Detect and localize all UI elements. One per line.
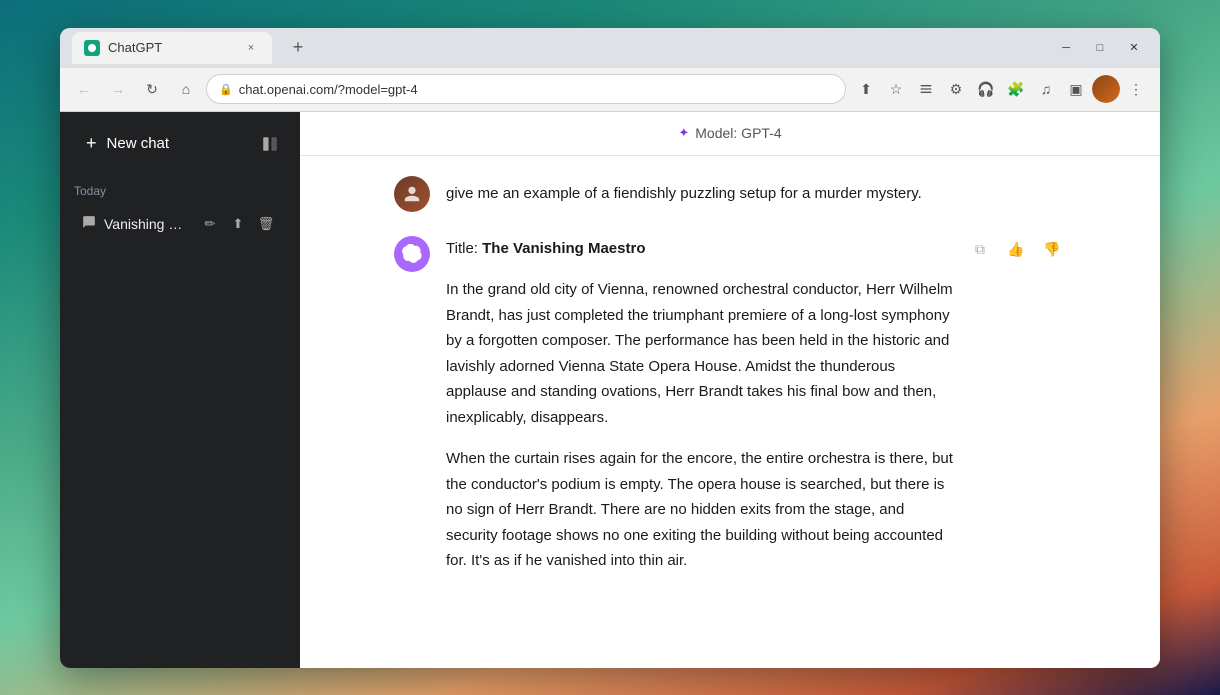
puzzle-piece-icon[interactable]: 🧩 — [1002, 75, 1030, 103]
bookmark-button[interactable]: ☆ — [882, 75, 910, 103]
today-section-label: Today — [60, 176, 300, 202]
minimize-button[interactable]: ─ — [1052, 34, 1080, 62]
sparkle-icon: ✦ — [678, 125, 689, 141]
url-bar[interactable]: 🔒 chat.openai.com/?model=gpt-4 — [206, 74, 846, 104]
title-bar: ChatGPT × + ─ □ ✕ — [60, 28, 1160, 68]
share-chat-button[interactable]: ⬆ — [226, 212, 250, 236]
new-chat-button[interactable]: + New chat — [72, 122, 244, 166]
back-button[interactable]: ← — [70, 75, 98, 103]
assistant-avatar — [394, 236, 430, 272]
browser-tab[interactable]: ChatGPT × — [72, 32, 272, 64]
assistant-message: Title: The Vanishing Maestro In the gran… — [394, 236, 1066, 590]
response-para-2: When the curtain rises again for the enc… — [446, 446, 958, 574]
headphones-icon[interactable]: 🎧 — [972, 75, 1000, 103]
thumbs-up-button[interactable]: 👍 — [1002, 236, 1030, 264]
new-chat-label: New chat — [107, 135, 170, 152]
chat-item-title: Vanishing Maestro's — [104, 216, 190, 232]
new-tab-button[interactable]: + — [284, 34, 312, 62]
chatgpt-favicon — [84, 40, 100, 56]
main-content: + New chat Today Vanishing Maest — [60, 112, 1160, 668]
user-message-text: give me an example of a fiendishly puzzl… — [446, 176, 922, 206]
share-button[interactable]: ⬆ — [852, 75, 880, 103]
profile-avatar — [1092, 75, 1120, 103]
thumbs-down-button[interactable]: 👎 — [1038, 236, 1066, 264]
window-controls: ─ □ ✕ — [1052, 34, 1148, 62]
close-button[interactable]: ✕ — [1120, 34, 1148, 62]
response-para-1: In the grand old city of Vienna, renowne… — [446, 277, 958, 430]
model-label: Model: GPT-4 — [695, 125, 781, 141]
tab-close-button[interactable]: × — [242, 39, 260, 57]
url-text: chat.openai.com/?model=gpt-4 — [239, 82, 418, 97]
response-title: Title: The Vanishing Maestro — [446, 236, 958, 262]
chat-header: ✦ Model: GPT-4 — [300, 112, 1160, 156]
lock-icon: 🔒 — [219, 83, 233, 96]
copy-button[interactable]: ⧉ — [966, 236, 994, 264]
home-button[interactable]: ⌂ — [172, 75, 200, 103]
puzzle-icon[interactable]: ⚙ — [942, 75, 970, 103]
user-message-container: give me an example of a fiendishly puzzl… — [370, 176, 1090, 212]
forward-button[interactable]: → — [104, 75, 132, 103]
reload-button[interactable]: ↻ — [138, 75, 166, 103]
response-title-bold: The Vanishing Maestro — [482, 240, 645, 257]
sidebar-toggle-icon[interactable]: ▣ — [1062, 75, 1090, 103]
user-avatar — [394, 176, 430, 212]
edit-chat-button[interactable]: ✏ — [198, 212, 222, 236]
extensions-button[interactable] — [912, 75, 940, 103]
chat-icon — [82, 215, 96, 232]
sidebar-toggle-button[interactable] — [252, 126, 288, 162]
assistant-message-header: Title: The Vanishing Maestro In the gran… — [446, 236, 1066, 590]
sidebar: + New chat Today Vanishing Maest — [60, 112, 300, 668]
chat-area: ✦ Model: GPT-4 give me an example of a f… — [300, 112, 1160, 668]
assistant-content: Title: The Vanishing Maestro In the gran… — [446, 236, 1066, 590]
address-bar: ← → ↻ ⌂ 🔒 chat.openai.com/?model=gpt-4 ⬆… — [60, 68, 1160, 112]
toolbar-right: ⬆ ☆ ⚙ 🎧 🧩 ♫ ▣ ⋮ — [852, 75, 1150, 103]
music-icon[interactable]: ♫ — [1032, 75, 1060, 103]
maximize-button[interactable]: □ — [1086, 34, 1114, 62]
profile-button[interactable] — [1092, 75, 1120, 103]
message-actions: ⧉ 👍 👎 — [966, 236, 1066, 264]
model-badge: ✦ Model: GPT-4 — [678, 125, 781, 141]
chat-item-actions: ✏ ⬆ 🗑 — [198, 212, 278, 236]
assistant-message-container: Title: The Vanishing Maestro In the gran… — [370, 236, 1090, 590]
menu-button[interactable]: ⋮ — [1122, 75, 1150, 103]
delete-chat-button[interactable]: 🗑 — [254, 212, 278, 236]
chat-list-item[interactable]: Vanishing Maestro's ✏ ⬆ 🗑 — [68, 204, 292, 244]
user-message: give me an example of a fiendishly puzzl… — [394, 176, 1066, 212]
plus-icon: + — [86, 133, 97, 154]
chat-messages: give me an example of a fiendishly puzzl… — [300, 156, 1160, 668]
tab-title: ChatGPT — [108, 40, 234, 55]
sidebar-header: + New chat — [60, 112, 300, 176]
